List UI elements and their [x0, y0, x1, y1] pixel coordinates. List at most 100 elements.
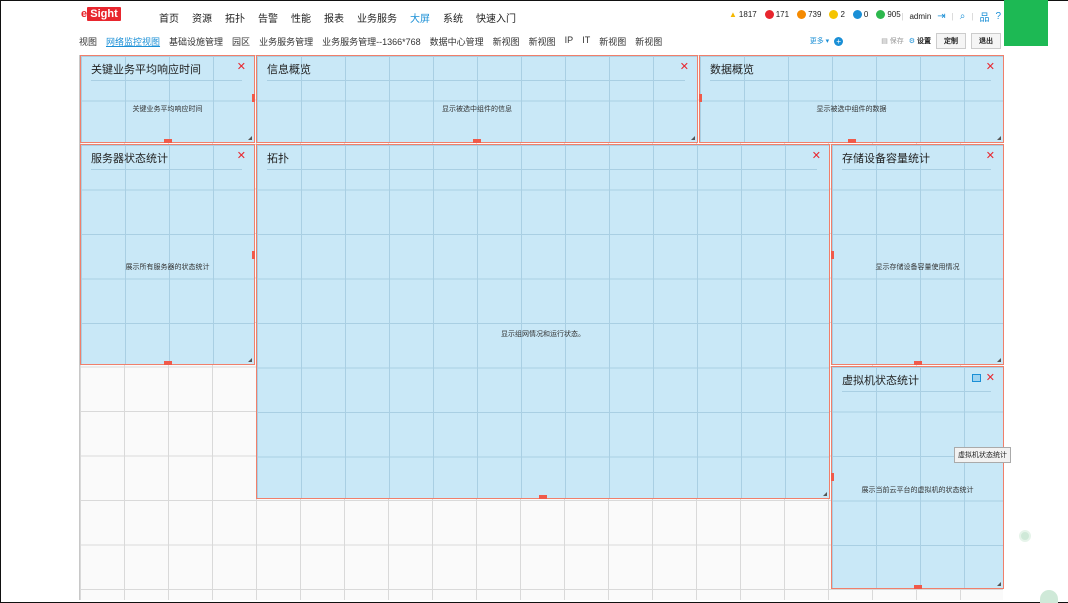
resize-corner-icon[interactable] [997, 136, 1001, 140]
close-icon[interactable]: ✕ [237, 60, 246, 73]
resize-corner-icon[interactable] [823, 492, 827, 496]
resize-handle-left[interactable] [831, 251, 834, 259]
widget-title: 存储设备容量统计 [842, 153, 930, 165]
user-name[interactable]: admin [909, 12, 931, 21]
resize-handle-left[interactable] [699, 94, 702, 102]
resize-corner-icon[interactable] [248, 136, 252, 140]
widget-data-overview[interactable]: 数据概览 ✕ 显示被选中组件的数据 [699, 55, 1004, 143]
nav-item-topology[interactable]: 拓扑 [225, 10, 245, 25]
resize-handle-bottom[interactable] [164, 361, 172, 365]
tab-new-view-3[interactable]: 新视图 [599, 35, 626, 48]
org-tree-icon[interactable]: 品 [979, 9, 989, 24]
save-link[interactable]: ▤ 保存 [881, 36, 904, 46]
resize-handle-bottom[interactable] [848, 139, 856, 143]
nav-item-resources[interactable]: 资源 [192, 10, 212, 25]
tab-datacenter[interactable]: 数据中心管理 [430, 35, 484, 48]
nav-item-alarms[interactable]: 告警 [258, 10, 278, 25]
tab-new-view-1[interactable]: 新视图 [493, 35, 520, 48]
tab-view[interactable]: 视图 [79, 35, 97, 48]
critical-icon [764, 10, 774, 19]
alarm-minor-count[interactable]: 2 [829, 10, 845, 19]
tab-network-monitor-view[interactable]: 网络监控视图 [106, 35, 160, 48]
resize-handle-bottom[interactable] [539, 495, 547, 499]
widget-description: 关键业务平均响应时间 [132, 106, 203, 113]
tab-infrastructure[interactable]: 基础设施管理 [169, 35, 223, 48]
widget-description: 显示存储设备容量使用情况 [875, 264, 960, 271]
floating-corner-widget [1040, 590, 1058, 603]
logo-prefix: e [81, 8, 88, 20]
info-icon [852, 10, 862, 19]
resize-handle-bottom[interactable] [473, 139, 481, 143]
tab-campus[interactable]: 园区 [232, 35, 250, 48]
view-tabs: 视图 网络监控视图 基础设施管理 园区 业务服务管理 业务服务管理--1366*… [79, 35, 662, 48]
view-tabs-bar: 视图 网络监控视图 基础设施管理 园区 业务服务管理 业务服务管理--1366*… [79, 33, 1003, 51]
widget-settings-icon[interactable] [972, 374, 981, 382]
nav-item-performance[interactable]: 性能 [291, 10, 311, 25]
tab-new-view-2[interactable]: 新视图 [529, 35, 556, 48]
ok-icon [876, 10, 886, 19]
resize-corner-icon[interactable] [997, 358, 1001, 362]
widget-key-response[interactable]: 关键业务平均响应时间 ✕ 关键业务平均响应时间 [80, 55, 255, 143]
search-icon[interactable]: ⌕ [960, 11, 966, 22]
resize-handle-right[interactable] [252, 251, 255, 259]
bell-icon: ▲ [729, 10, 737, 19]
nav-item-quick-start[interactable]: 快速入门 [476, 10, 516, 25]
widget-server-status[interactable]: 服务器状态统计 ✕ 展示所有服务器的状态统计 [80, 144, 255, 365]
resize-corner-icon[interactable] [997, 582, 1001, 586]
alarm-ok-count[interactable]: 905 [876, 10, 901, 19]
close-icon[interactable]: ✕ [680, 60, 689, 73]
alarm-counters: ▲ 1817 171 739 2 0 905 [729, 10, 901, 19]
nav-item-big-screen[interactable]: 大屏 [410, 10, 430, 25]
nav-item-reports[interactable]: 报表 [324, 10, 344, 25]
nav-item-home[interactable]: 首页 [159, 10, 179, 25]
user-area: | admin ⇥ | ⌕ | 品 ? [901, 9, 1001, 24]
top-nav: e Sight 首页 资源 拓扑 告警 性能 报表 业务服务 大屏 系统 快速入… [79, 6, 1003, 32]
tab-it[interactable]: IT [582, 35, 590, 48]
widget-description: 显示组网情况和运行状态。 [501, 331, 585, 338]
widget-title: 数据概览 [710, 64, 754, 76]
more-tabs-dropdown[interactable]: 更多 ▾ [810, 36, 829, 46]
resize-corner-icon[interactable] [691, 136, 695, 140]
view-actions: 更多 ▾ + ▤ 保存 ⚙ 设置 定制 退出 [810, 33, 1001, 49]
resize-handle-left[interactable] [831, 473, 834, 481]
floating-dot-icon[interactable] [1019, 530, 1031, 542]
widget-info-overview[interactable]: 信息概览 ✕ 显示被选中组件的信息 [256, 55, 698, 143]
widget-storage-capacity[interactable]: 存储设备容量统计 ✕ 显示存储设备容量使用情况 [831, 144, 1004, 365]
resize-handle-bottom[interactable] [164, 139, 172, 143]
tab-new-view-4[interactable]: 新视图 [635, 35, 662, 48]
dashboard-canvas: 关键业务平均响应时间 ✕ 关键业务平均响应时间 信息概览 ✕ 显示被选中组件的信… [79, 55, 1004, 600]
alarm-warning-count[interactable]: ▲ 1817 [729, 10, 757, 19]
widget-vm-status[interactable]: 虚拟机状态统计 ✕ 展示当前云平台的虚拟机的状态统计 [831, 366, 1004, 589]
settings-link[interactable]: ⚙ 设置 [909, 36, 931, 46]
tab-business-service-1366[interactable]: 业务服务管理--1366*768 [322, 35, 421, 48]
nav-item-business-service[interactable]: 业务服务 [357, 10, 397, 25]
widget-description: 显示被选中组件的数据 [816, 106, 887, 113]
exit-button[interactable]: 退出 [971, 33, 1001, 49]
alarm-major-count[interactable]: 739 [797, 10, 821, 19]
logo-text: Sight [90, 8, 118, 20]
add-view-icon[interactable]: + [834, 36, 844, 46]
tab-business-service[interactable]: 业务服务管理 [259, 35, 313, 48]
close-icon[interactable]: ✕ [986, 149, 995, 162]
close-icon[interactable]: ✕ [237, 149, 246, 162]
major-icon [797, 10, 807, 19]
main-menu: 首页 资源 拓扑 告警 性能 报表 业务服务 大屏 系统 快速入门 [159, 10, 516, 25]
resize-corner-icon[interactable] [248, 358, 252, 362]
alarm-critical-count[interactable]: 171 [764, 10, 789, 19]
widget-title: 服务器状态统计 [91, 153, 168, 165]
close-icon[interactable]: ✕ [986, 371, 995, 384]
close-icon[interactable]: ✕ [986, 60, 995, 73]
resize-handle-bottom[interactable] [914, 361, 922, 365]
close-icon[interactable]: ✕ [812, 149, 821, 162]
nav-item-system[interactable]: 系统 [443, 10, 463, 25]
logout-icon[interactable]: ⇥ [937, 11, 945, 22]
help-icon[interactable]: ? [995, 11, 1001, 22]
esight-logo[interactable]: e Sight [81, 7, 121, 21]
widget-title: 信息概览 [267, 64, 311, 76]
alarm-info-count[interactable]: 0 [852, 10, 868, 19]
resize-handle-right[interactable] [252, 94, 255, 102]
widget-topology[interactable]: 拓扑 ✕ 显示组网情况和运行状态。 [256, 144, 830, 499]
resize-handle-bottom[interactable] [914, 585, 922, 589]
tab-ip[interactable]: IP [565, 35, 574, 48]
customize-button[interactable]: 定制 [936, 33, 966, 49]
